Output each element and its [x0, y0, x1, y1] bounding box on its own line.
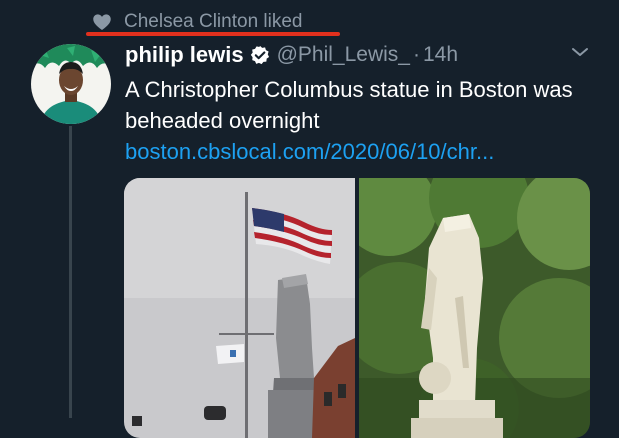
- tweet-media[interactable]: [124, 178, 590, 438]
- tweet-text: A Christopher Columbus statue in Boston …: [125, 77, 573, 133]
- tweet-header: philip lewis @Phil_Lewis_ · 14h: [125, 40, 458, 70]
- heart-icon: [93, 14, 111, 30]
- author-display-name[interactable]: philip lewis: [125, 42, 244, 68]
- header-separator: ·: [412, 43, 420, 66]
- statue-photo-flag[interactable]: [124, 178, 355, 438]
- verified-badge-icon: [250, 45, 269, 65]
- chevron-down-icon[interactable]: [569, 44, 591, 60]
- author-handle[interactable]: @Phil_Lewis_: [277, 43, 410, 67]
- avatar[interactable]: [31, 44, 111, 124]
- avatar-image: [31, 44, 111, 124]
- social-context-text: Chelsea Clinton liked: [124, 11, 303, 32]
- tweet-timestamp[interactable]: 14h: [423, 43, 458, 67]
- statue-photo-trees[interactable]: [359, 178, 590, 438]
- thread-line: [69, 126, 72, 418]
- tweet-link[interactable]: boston.cbslocal.com/2020/06/10/chr...: [125, 136, 494, 167]
- annotation-underline: [86, 32, 340, 36]
